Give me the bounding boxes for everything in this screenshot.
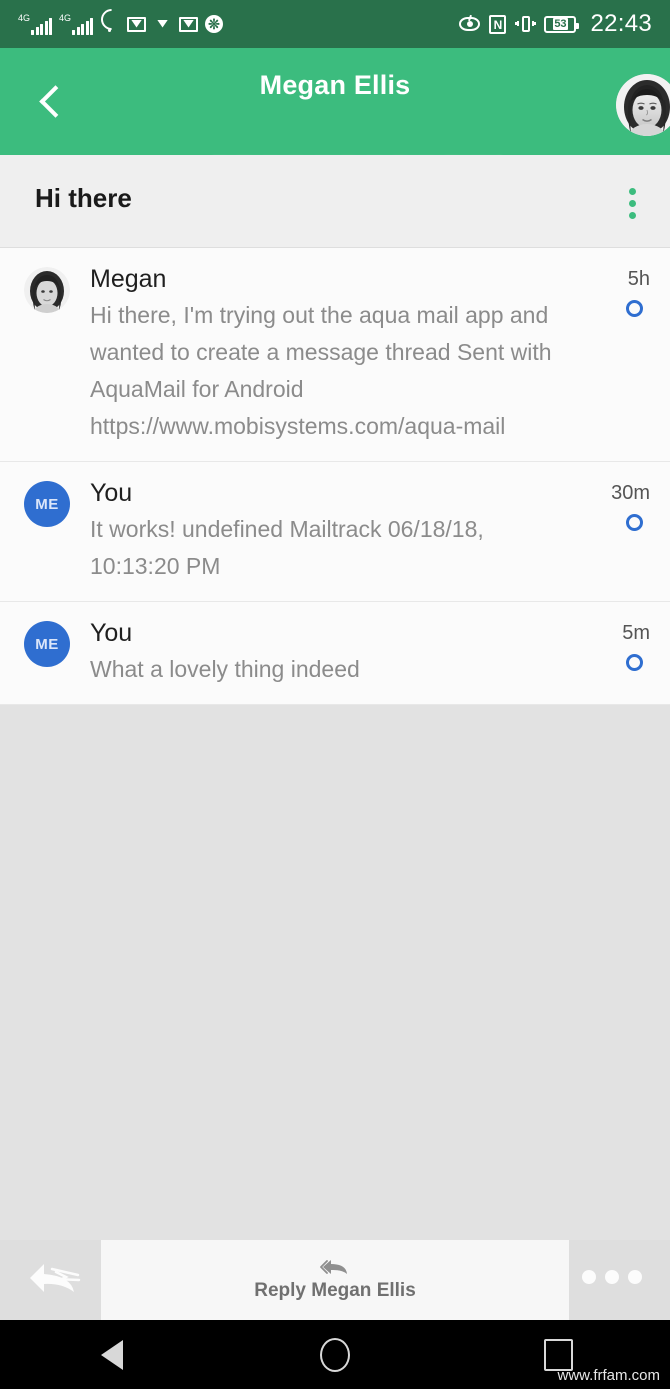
nav-recents-icon [543, 1338, 573, 1371]
avatar-photo [24, 267, 70, 313]
status-bar: 4G 4G ❊ N 53 22:43 [0, 0, 670, 48]
message-body: You What a lovely thing indeed [90, 618, 578, 688]
subject-bar: Hi there [0, 155, 670, 248]
watermark-label: www.frfam.com [557, 1367, 660, 1384]
message-body: You It works! undefined Mailtrack 06/18/1… [90, 478, 578, 585]
gmail-icon-2 [179, 16, 199, 32]
message-avatar: ME [24, 481, 70, 527]
phone-screen: 4G 4G ❊ N 53 22:43 Megan Ellis Hi there … [0, 0, 670, 1389]
unread-indicator-icon[interactable] [626, 654, 643, 671]
message-sender: You [90, 619, 133, 647]
eye-comfort-icon [459, 17, 481, 31]
reply-button-label: Reply Megan Ellis [254, 1280, 416, 1301]
message-body: Megan Hi there, I'm trying out the aqua m… [90, 264, 578, 445]
message-avatar: ME [24, 621, 70, 667]
more-actions-icon[interactable] [582, 1270, 642, 1284]
nfc-icon: N [489, 14, 507, 34]
unread-indicator-icon[interactable] [626, 514, 643, 531]
contact-avatar[interactable] [616, 74, 670, 136]
unread-indicator-icon[interactable] [626, 300, 643, 317]
message-timestamp: 30m [611, 482, 650, 504]
message-sender: You [90, 479, 133, 507]
overflow-menu-icon[interactable] [612, 181, 652, 225]
reply-all-icon[interactable] [22, 1258, 88, 1302]
status-bar-left-icons: 4G 4G ❊ [18, 13, 224, 35]
message-timestamp: 5h [627, 268, 650, 290]
message-avatar [24, 267, 70, 313]
avatar-initials: ME [35, 495, 59, 513]
empty-scroll-area [0, 726, 670, 1235]
avatar-photo [616, 74, 670, 136]
battery-icon: 53 [544, 15, 580, 33]
asterisk-badge-icon: ❊ [205, 15, 224, 33]
message-sender: Megan [90, 265, 167, 293]
nav-back-button[interactable] [72, 1332, 152, 1378]
message-row[interactable]: ME You It works! undefined Mailtrack 06/18… [0, 462, 670, 602]
app-bar: Megan Ellis [0, 48, 670, 182]
reply-arrow-icon [320, 1260, 347, 1274]
message-row[interactable]: Megan Hi there, I'm trying out the aqua m… [0, 248, 670, 462]
message-list: Megan Hi there, I'm trying out the aqua m… [0, 248, 670, 705]
network-type-label-2: 4G [59, 13, 72, 23]
message-snippet: It works! undefined Mailtrack 06/18/18, … [90, 516, 484, 579]
wifi-icon [100, 16, 120, 33]
nav-back-icon [100, 1339, 123, 1370]
status-bar-right-icons: N 53 22:43 [459, 10, 652, 38]
clock-label: 22:43 [590, 10, 652, 37]
android-nav-bar: www.frfam.com [0, 1320, 670, 1389]
thread-subject: Hi there [35, 183, 132, 213]
nfc-label: N [493, 17, 503, 32]
reply-button[interactable]: Reply Megan Ellis [101, 1240, 569, 1320]
page-title: Megan Ellis [259, 70, 411, 100]
bottom-action-bar: Reply Megan Ellis [0, 1240, 670, 1320]
message-snippet: What a lovely thing indeed [90, 656, 360, 682]
signal-4g-2-icon: 4G [59, 13, 94, 35]
message-timestamp: 5m [622, 622, 650, 644]
reply-all-glyph [30, 1264, 81, 1292]
nav-home-button[interactable] [295, 1332, 375, 1378]
mail-open-icon [153, 17, 172, 32]
battery-level-label: 53 [553, 18, 568, 30]
signal-4g-1-icon: 4G [18, 13, 53, 35]
message-snippet: Hi there, I'm trying out the aqua mail a… [90, 302, 552, 439]
network-type-label-1: 4G [18, 13, 31, 23]
gmail-icon-1 [127, 16, 147, 32]
avatar-initials: ME [35, 635, 59, 653]
message-row[interactable]: ME You What a lovely thing indeed 5m [0, 602, 670, 705]
nav-home-icon [319, 1337, 350, 1372]
vibrate-icon [515, 14, 537, 34]
